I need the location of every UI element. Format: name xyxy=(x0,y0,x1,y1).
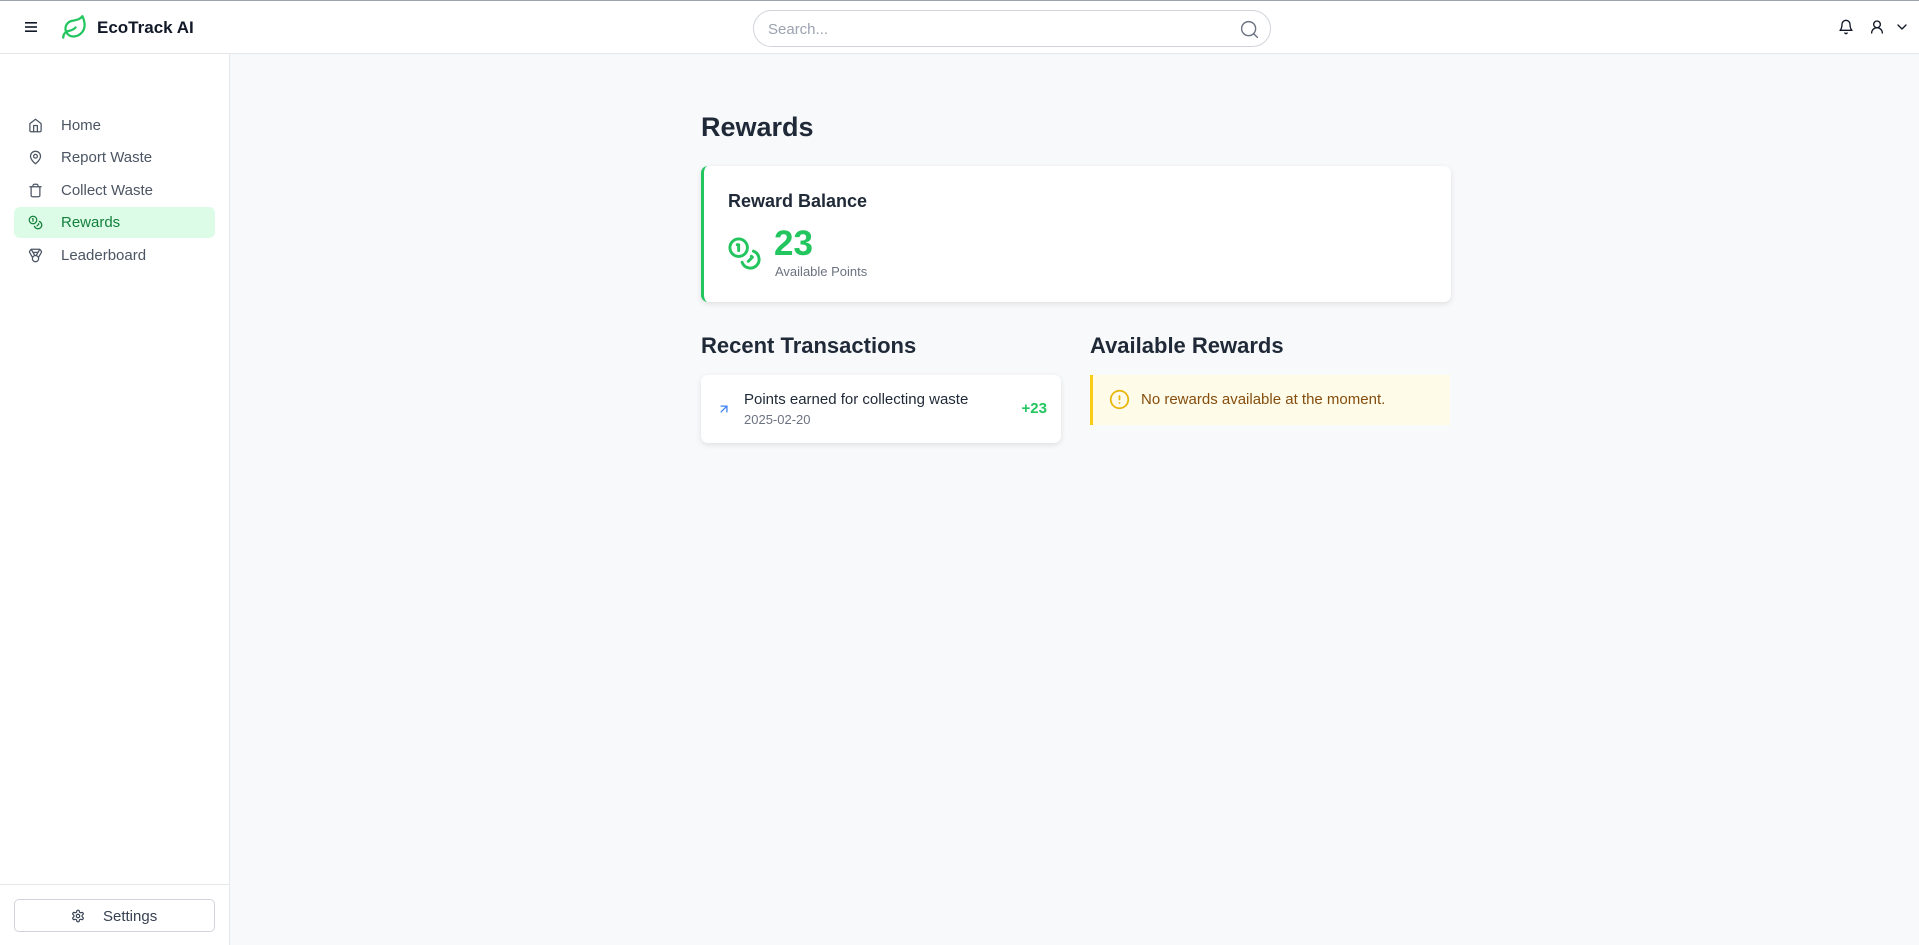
menu-icon[interactable] xyxy=(20,16,42,38)
top-header: EcoTrack AI xyxy=(0,0,1919,54)
search-box xyxy=(753,10,1271,47)
sidebar-item-rewards[interactable]: Rewards xyxy=(14,207,215,238)
sidebar-item-label: Leaderboard xyxy=(61,247,147,264)
sidebar-item-label: Rewards xyxy=(61,214,121,231)
search-icon[interactable] xyxy=(1239,19,1260,40)
chevron-down-icon[interactable] xyxy=(1894,19,1910,35)
sidebar-item-label: Report Waste xyxy=(61,149,153,166)
bell-icon[interactable] xyxy=(1838,19,1854,35)
home-icon xyxy=(29,118,42,133)
settings-button[interactable]: Settings xyxy=(14,899,215,932)
transaction-description: Points earned for collecting waste xyxy=(744,391,969,408)
medal-icon xyxy=(28,248,43,263)
recent-transactions-title: Recent Transactions xyxy=(701,333,917,358)
balance-value: 23 xyxy=(774,224,813,263)
coins-icon xyxy=(28,215,43,230)
sidebar-footer: Settings xyxy=(0,884,229,945)
sidebar-item-label: Collect Waste xyxy=(61,182,153,199)
sidebar-item-home[interactable]: Home xyxy=(14,110,215,141)
settings-label: Settings xyxy=(103,908,158,925)
balance-title: Reward Balance xyxy=(728,191,868,211)
no-rewards-message: No rewards available at the moment. xyxy=(1141,391,1386,408)
alert-circle-icon xyxy=(1109,389,1130,410)
leaf-logo-icon xyxy=(62,15,86,39)
arrow-up-right-icon xyxy=(720,405,728,413)
user-icon[interactable] xyxy=(1869,19,1885,35)
transaction-date: 2025-02-20 xyxy=(744,412,811,427)
app-name: EcoTrack AI xyxy=(97,18,194,37)
search-input[interactable] xyxy=(768,19,1208,39)
map-pin-icon xyxy=(29,150,42,165)
gear-icon xyxy=(72,909,84,923)
coins-icon xyxy=(728,237,761,270)
available-rewards-title: Available Rewards xyxy=(1090,333,1284,358)
trash-icon xyxy=(29,183,42,198)
sidebar-item-leaderboard[interactable]: Leaderboard xyxy=(14,240,215,271)
sidebar-item-collect-waste[interactable]: Collect Waste xyxy=(14,175,215,206)
no-rewards-alert: No rewards available at the moment. xyxy=(1090,375,1450,425)
transaction-item: Points earned for collecting waste 2025-… xyxy=(701,375,1061,443)
sidebar-item-label: Home xyxy=(61,117,102,134)
reward-balance-card: Reward Balance 23 Available Points xyxy=(701,166,1451,302)
sidebar-item-report-waste[interactable]: Report Waste xyxy=(14,142,215,173)
transaction-amount: +23 xyxy=(1021,400,1047,417)
sidebar: Home Report Waste Collect Waste Rewards … xyxy=(0,54,230,945)
balance-subtitle: Available Points xyxy=(775,264,868,279)
page-title: Rewards xyxy=(701,112,814,142)
